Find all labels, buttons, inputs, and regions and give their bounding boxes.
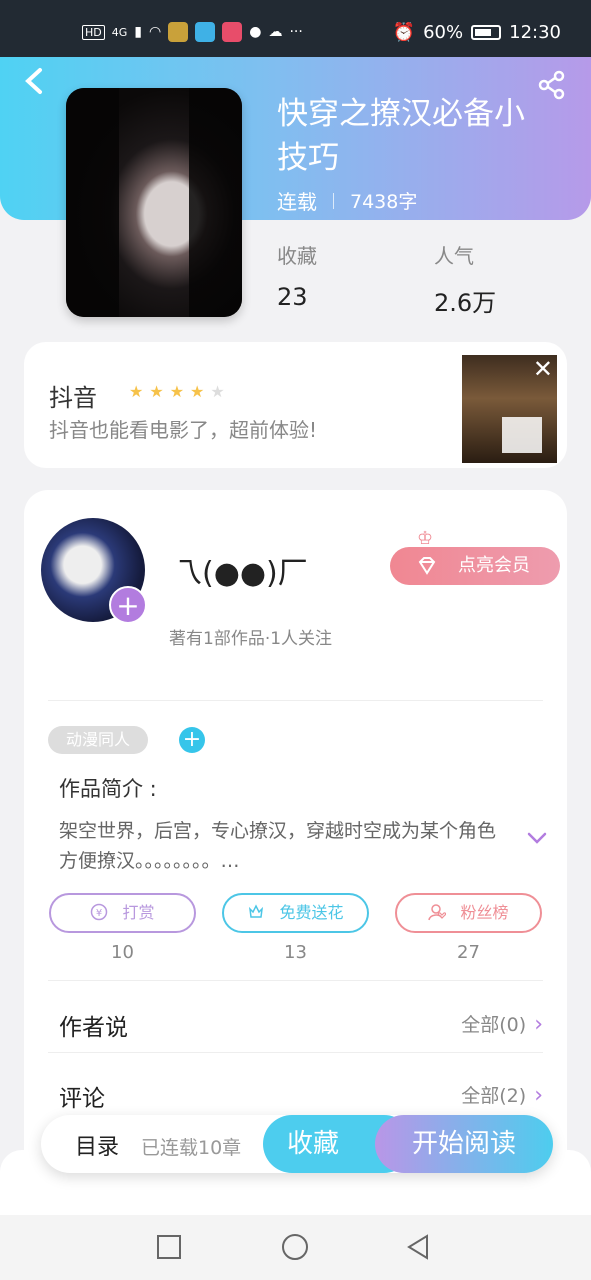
book-title: 快穿之撩汉必备小技巧 [277, 96, 525, 176]
toc-button[interactable]: 目录 [75, 1129, 119, 1161]
book-meta: 连载 7438字 [277, 186, 417, 215]
close-icon[interactable]: ✕ [533, 357, 553, 381]
start-reading-button[interactable]: 开始阅读 [375, 1115, 553, 1173]
cloud-icon: ☁ [268, 24, 283, 40]
stat-value: 23 [277, 283, 308, 311]
signal-bars-icon: ▮ [134, 24, 142, 40]
add-tag-button[interactable]: + [179, 727, 205, 753]
star-icon: ★ [210, 382, 225, 401]
genre-tag[interactable]: 动漫同人 [48, 726, 148, 754]
star-icon: ★ [169, 382, 185, 401]
ad-description: 抖音也能看电影了，超前体验! [49, 418, 318, 442]
action-label: 免费送花 [279, 903, 344, 922]
divider [48, 700, 543, 701]
wifi-icon: ◠ [149, 24, 162, 40]
signal-label: 4G [111, 25, 128, 39]
star-icon: ★ [190, 382, 205, 401]
chevron-left-icon [25, 68, 42, 94]
vip-label: 点亮会员 [458, 555, 530, 576]
stat-popularity: 人气 2.6万 [434, 240, 496, 318]
intro-heading: 作品简介 : [59, 777, 157, 801]
status-right: ⏰ 60% 12:30 [393, 22, 561, 43]
book-cover[interactable] [66, 88, 242, 317]
chat-icon: ● [249, 24, 262, 40]
vip-button[interactable]: 点亮会员 [390, 547, 560, 585]
ad-title: 抖音 [49, 384, 97, 412]
comments-row[interactable]: 评论 全部(2) › [59, 1073, 543, 1113]
svg-text:¥: ¥ [96, 908, 102, 919]
back-triangle-icon[interactable] [405, 1233, 431, 1261]
intro-text: 架空世界，后宫，专心撩汉，穿越时空成为某个角色方便撩汉。。。。。。。。… [59, 820, 497, 872]
stat-favorites: 收藏 23 [277, 240, 317, 311]
recent-apps-icon[interactable] [157, 1235, 181, 1259]
row-more[interactable]: 全部(0) › [461, 1010, 543, 1037]
fan-count: 27 [457, 942, 480, 963]
ad-rating: ★ ★ ★ ★ ★ [129, 382, 225, 401]
ad-image[interactable]: ✕ [462, 355, 557, 463]
book-status: 连载 [277, 190, 317, 214]
flower-count: 13 [284, 942, 307, 963]
row-label: 作者说 [59, 1015, 128, 1041]
coin-icon: ¥ [91, 903, 108, 921]
follow-button[interactable]: + [109, 586, 147, 624]
stat-label: 人气 [434, 244, 474, 268]
clock: 12:30 [509, 22, 561, 43]
bottom-action-bar: 目录 已连载10章 收藏 开始阅读 [41, 1115, 553, 1173]
battery-percent: 60% [423, 22, 464, 43]
app-notification-icon [195, 22, 216, 42]
system-nav-bar [0, 1215, 591, 1280]
diamond-icon [418, 557, 436, 575]
app-notification-icon [222, 22, 243, 42]
word-count: 7438字 [350, 191, 418, 213]
ad-image-poster [502, 417, 542, 453]
action-label: 粉丝榜 [460, 903, 509, 922]
author-name[interactable]: 乁(●●)厂 [172, 548, 308, 592]
chevron-right-icon: › [534, 1083, 543, 1108]
ad-card[interactable]: 抖音 ★ ★ ★ ★ ★ 抖音也能看电影了，超前体验! ✕ [24, 342, 567, 468]
status-bar: HD 4G ▮ ◠ ● ☁ ··· ⏰ 60% 12:30 [0, 0, 591, 60]
author-info: 著有1部作品·1人关注 [169, 629, 333, 649]
author-card: + 乁(●●)厂 著有1部作品·1人关注 ♔ 点亮会员 动漫同人 + 作品简介 … [24, 490, 567, 1190]
more-notifications: ··· [289, 24, 303, 40]
stat-label: 收藏 [277, 244, 317, 268]
app-notification-icon [168, 22, 189, 42]
crown-icon: ♔ [417, 528, 434, 549]
home-icon[interactable] [282, 1234, 308, 1260]
reward-button[interactable]: ¥ 打赏 [49, 893, 196, 933]
battery-icon [471, 25, 502, 40]
reward-count: 10 [111, 942, 134, 963]
stat-value: 2.6万 [434, 289, 497, 317]
alarm-icon: ⏰ [392, 22, 416, 43]
user-heart-icon [428, 904, 447, 921]
star-icon: ★ [149, 382, 164, 401]
fan-ranking-button[interactable]: 粉丝榜 [395, 893, 542, 933]
row-label: 评论 [59, 1086, 105, 1112]
divider [48, 1052, 543, 1053]
chevron-down-icon [527, 832, 547, 844]
star-icon: ★ [129, 382, 144, 401]
divider [48, 980, 543, 981]
chevron-right-icon: › [534, 1012, 543, 1037]
expand-button[interactable] [525, 826, 549, 850]
back-button[interactable] [22, 66, 48, 96]
flower-icon [249, 904, 264, 918]
status-left: HD 4G ▮ ◠ ● ☁ ··· [82, 22, 303, 42]
action-label: 打赏 [122, 903, 155, 922]
chapter-count: 已连载10章 [141, 1137, 242, 1159]
row-more[interactable]: 全部(2) › [461, 1081, 543, 1108]
author-notes-row[interactable]: 作者说 全部(0) › [59, 1002, 543, 1042]
send-flower-button[interactable]: 免费送花 [222, 893, 369, 933]
hd-indicator: HD [82, 24, 105, 40]
